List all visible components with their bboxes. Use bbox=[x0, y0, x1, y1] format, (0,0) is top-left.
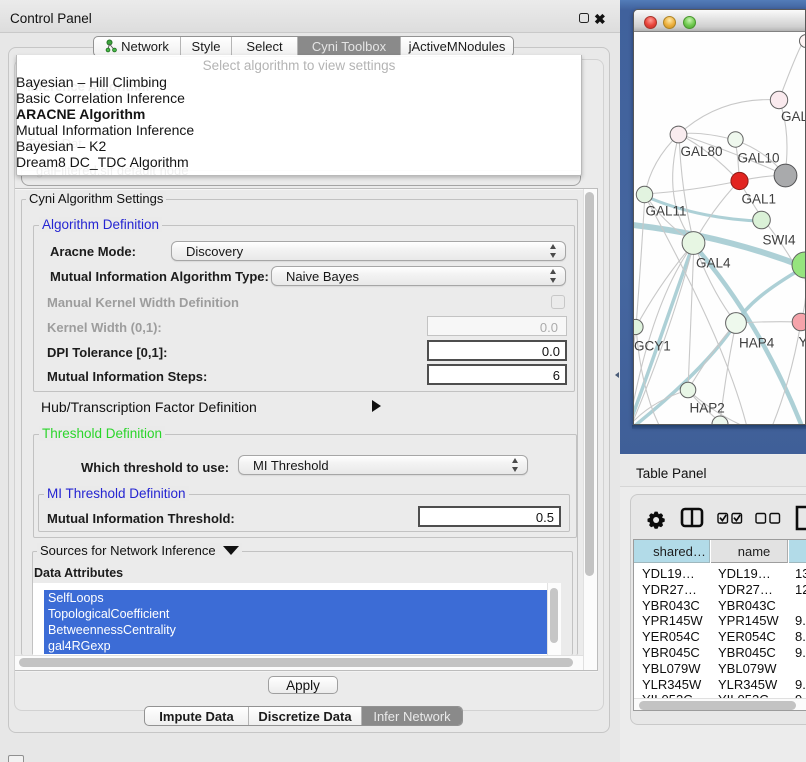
svg-text:HAP2: HAP2 bbox=[690, 401, 725, 416]
svg-text:HAP4: HAP4 bbox=[739, 336, 775, 351]
svg-text:GAL2: GAL2 bbox=[781, 109, 806, 124]
svg-text:GAL1: GAL1 bbox=[742, 192, 777, 207]
svg-text:GAL11: GAL11 bbox=[646, 204, 687, 219]
svg-text:SWI4: SWI4 bbox=[763, 233, 796, 248]
svg-text:GAL10: GAL10 bbox=[738, 151, 780, 166]
svg-text:GCY1: GCY1 bbox=[634, 339, 671, 354]
svg-text:YJ: YJ bbox=[799, 335, 806, 350]
svg-text:GAL80: GAL80 bbox=[681, 144, 723, 159]
svg-text:GAL4: GAL4 bbox=[696, 256, 731, 271]
